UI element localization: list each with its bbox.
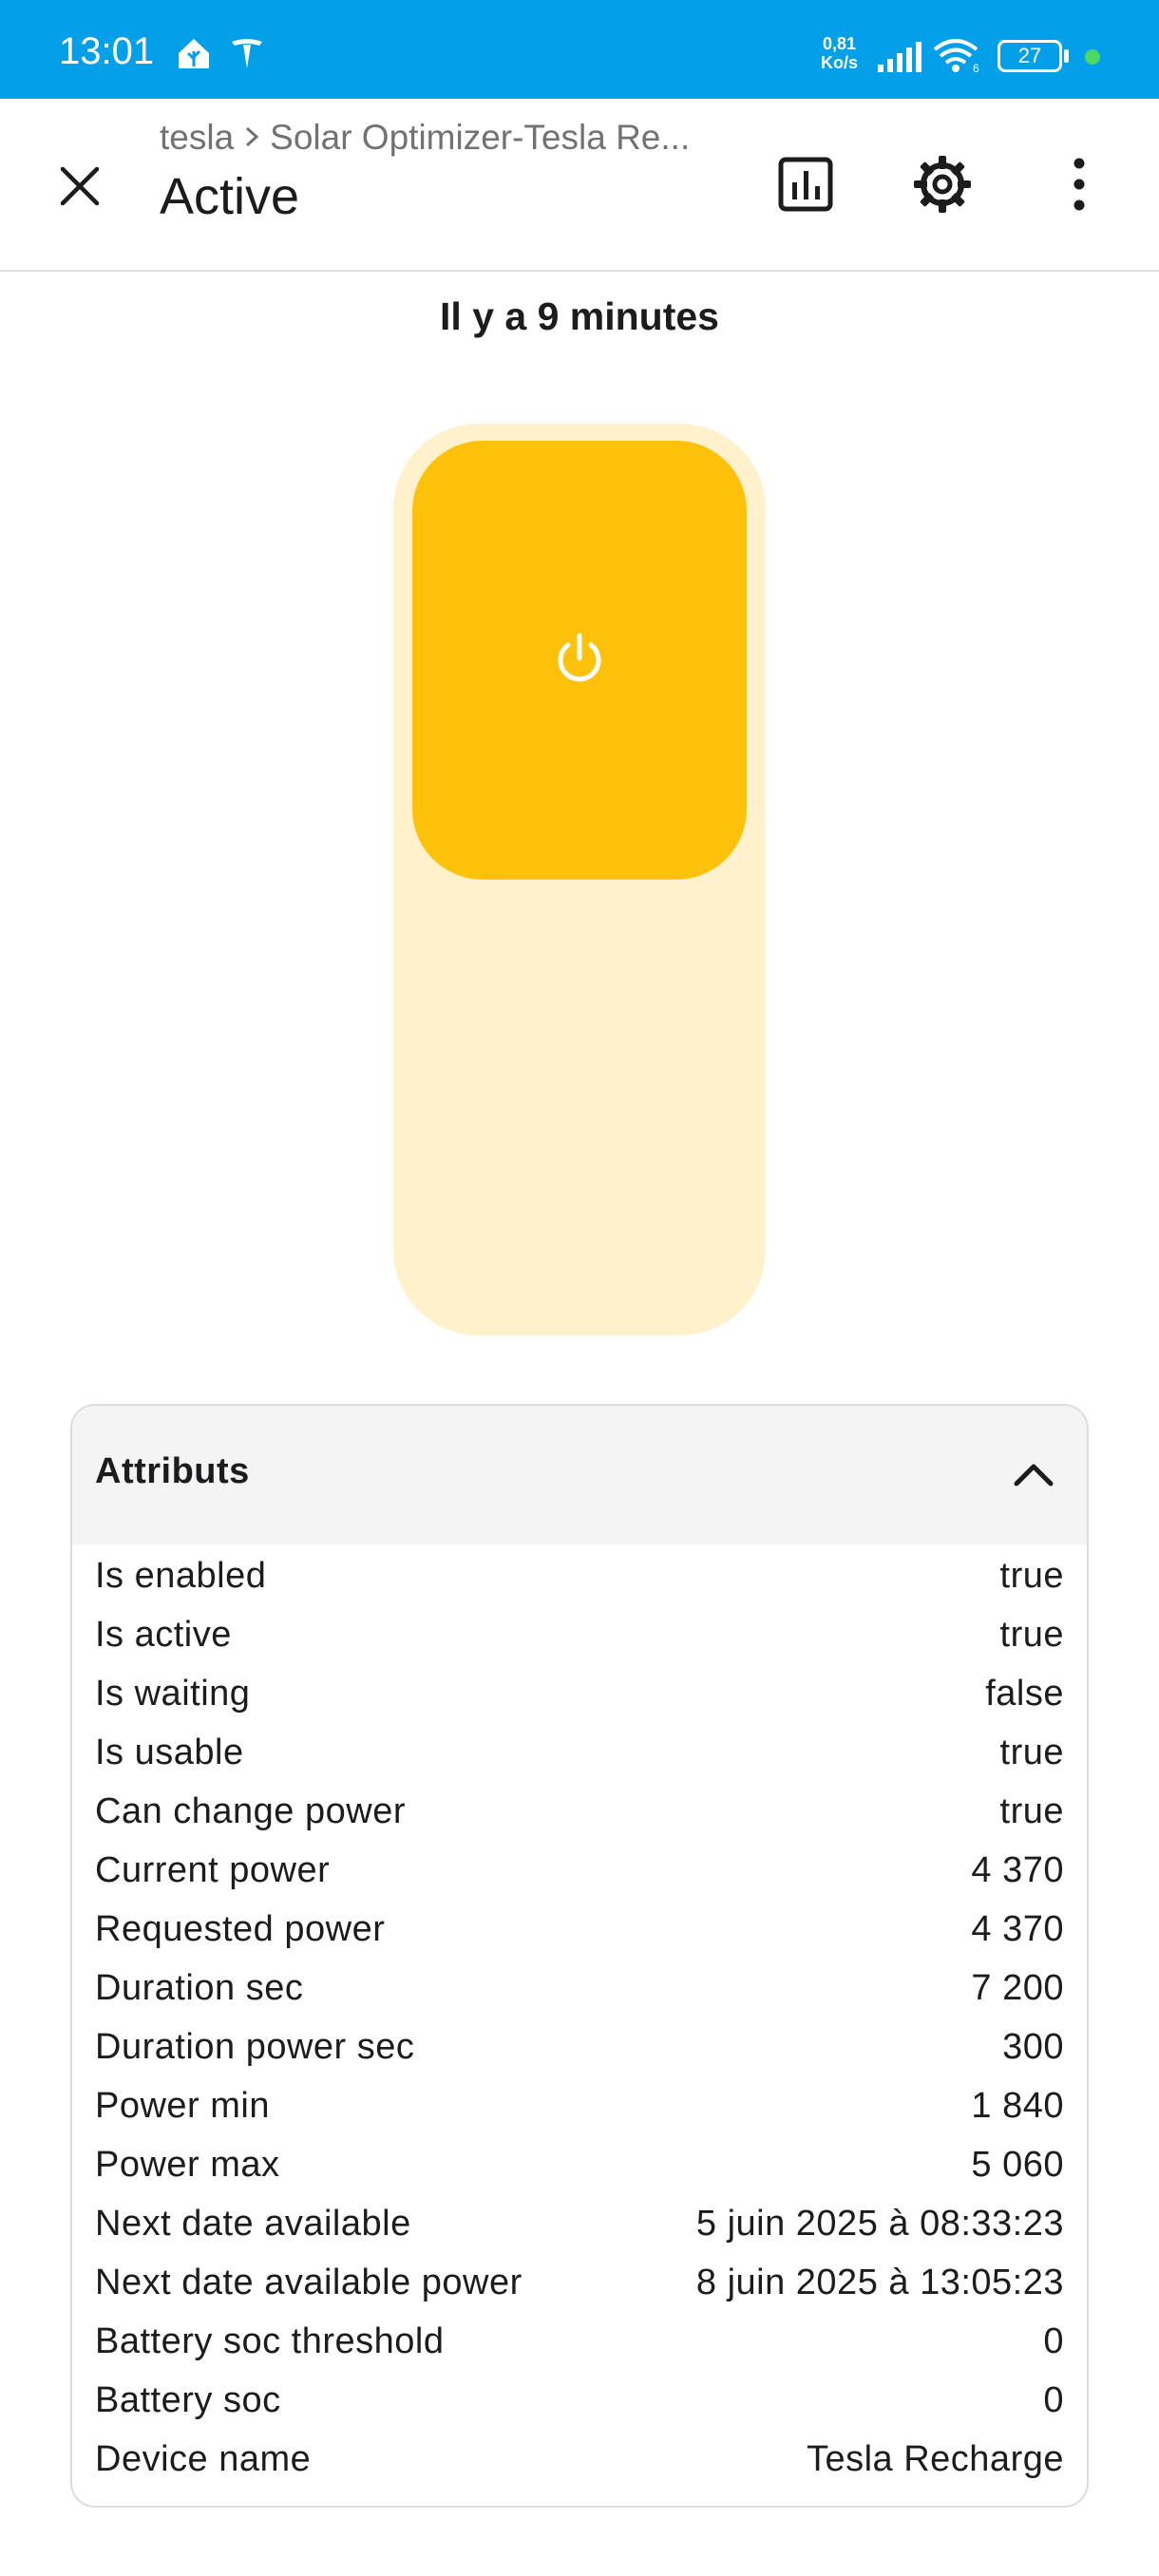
speed-value: 0,81 <box>822 34 857 53</box>
attribute-row: Next date available power 8 juin 2025 à 1… <box>95 2253 1064 2312</box>
attribute-row: Device name Tesla Recharge <box>95 2430 1064 2489</box>
attribute-row: Power max 5 060 <box>95 2135 1064 2194</box>
history-icon <box>778 157 833 212</box>
home-assistant-icon <box>179 39 209 68</box>
collapse-button[interactable] <box>1003 1444 1064 1505</box>
attribute-label: Duration power sec <box>95 2026 415 2067</box>
svg-text:6: 6 <box>973 62 979 74</box>
close-button[interactable] <box>46 152 114 220</box>
attribute-value: 0 <box>1043 2379 1064 2420</box>
attribute-label: Next date available power <box>95 2262 522 2302</box>
attribute-value: 300 <box>1002 2026 1064 2067</box>
attribute-row: Is usable true <box>95 1723 1064 1782</box>
battery-icon: 27 <box>998 40 1062 72</box>
attribute-label: Power max <box>95 2144 280 2185</box>
attribute-row: Current power 4 370 <box>95 1841 1064 1900</box>
breadcrumb-entity: Solar Optimizer-Tesla Re... <box>270 118 691 157</box>
breadcrumb-device[interactable]: tesla <box>160 118 234 157</box>
attribute-label: Current power <box>95 1849 331 1890</box>
attribute-value: 7 200 <box>971 1967 1064 2008</box>
attributes-panel: Attributs Is enabled true Is active true Is … <box>70 1404 1089 2508</box>
attribute-row: Can change power true <box>95 1782 1064 1841</box>
history-button[interactable] <box>766 144 846 224</box>
more-icon <box>1074 158 1085 211</box>
battery-tip <box>1064 49 1069 63</box>
attribute-value: 5 060 <box>971 2144 1064 2185</box>
privacy-indicator-dot <box>1085 49 1100 65</box>
wifi-icon: 6 <box>933 39 979 74</box>
toggle-knob[interactable] <box>412 441 747 880</box>
attribute-label: Duration sec <box>95 1967 304 2008</box>
last-changed: Il y a 9 minutes <box>440 294 719 338</box>
attribute-label: Battery soc <box>95 2379 281 2420</box>
status-time: 13:01 <box>59 30 155 72</box>
attribute-label: Power min <box>95 2085 270 2126</box>
attributes-title: Attributs <box>95 1451 250 1491</box>
power-icon <box>558 633 601 682</box>
speed-unit: Ko/s <box>821 53 859 72</box>
attribute-value: true <box>999 1614 1064 1655</box>
attribute-label: Device name <box>95 2438 312 2479</box>
attribute-row: Duration power sec 300 <box>95 2017 1064 2076</box>
attribute-label: Requested power <box>95 1908 386 1949</box>
attribute-label: Is usable <box>95 1732 244 1772</box>
attribute-value: true <box>999 1555 1064 1596</box>
attribute-value: 5 juin 2025 à 08:33:23 <box>695 2203 1064 2244</box>
attribute-row: Duration sec 7 200 <box>95 1959 1064 2017</box>
attribute-row: Battery soc threshold 0 <box>95 2312 1064 2371</box>
attribute-value: 0 <box>1043 2320 1064 2361</box>
chevron-up-icon <box>1014 1464 1054 1487</box>
attribute-row: Power min 1 840 <box>95 2076 1064 2135</box>
chevron-right-icon <box>243 118 260 158</box>
attribute-row: Is active true <box>95 1605 1064 1664</box>
attribute-label: Is enabled <box>95 1555 267 1596</box>
attribute-label: Can change power <box>95 1790 406 1831</box>
attribute-row: Battery soc 0 <box>95 2371 1064 2430</box>
attributes-header[interactable]: Attributs <box>72 1406 1087 1544</box>
attribute-label: Battery soc threshold <box>95 2320 445 2361</box>
attribute-value: true <box>999 1790 1064 1831</box>
settings-button[interactable] <box>902 144 982 224</box>
tesla-icon <box>232 39 262 68</box>
page-title: Active <box>160 168 300 225</box>
attribute-value: 4 370 <box>971 1908 1064 1949</box>
attribute-label: Next date available <box>95 2203 411 2244</box>
attribute-value: Tesla Recharge <box>806 2438 1064 2479</box>
attribute-row: Is enabled true <box>95 1546 1064 1605</box>
attribute-value: false <box>985 1673 1064 1714</box>
attributes-list: Is enabled true Is active true Is waiting fal… <box>72 1544 1087 2489</box>
attribute-value: 4 370 <box>971 1849 1064 1890</box>
attribute-row: Requested power 4 370 <box>95 1900 1064 1959</box>
close-icon <box>60 166 100 206</box>
more-options-button[interactable] <box>1039 144 1119 224</box>
breadcrumb: tesla Solar Optimizer-Tesla Re... <box>160 118 690 158</box>
status-bar: 13:01 0,81 Ko/s 6 27 <box>0 0 1159 99</box>
attribute-label: Is active <box>95 1614 232 1655</box>
attribute-value: true <box>999 1732 1064 1772</box>
attribute-row: Next date available 5 juin 2025 à 08:33:2… <box>95 2194 1064 2253</box>
signal-icon <box>878 42 922 72</box>
attribute-value: 8 juin 2025 à 13:05:23 <box>695 2262 1064 2302</box>
network-speed: 0,81 Ko/s <box>821 34 858 72</box>
settings-icon <box>914 156 971 213</box>
attribute-value: 1 840 <box>971 2085 1064 2126</box>
attribute-row: Is waiting false <box>95 1664 1064 1723</box>
dialog-header: tesla Solar Optimizer-Tesla Re... Active <box>0 99 1159 272</box>
attribute-label: Is waiting <box>95 1673 251 1714</box>
